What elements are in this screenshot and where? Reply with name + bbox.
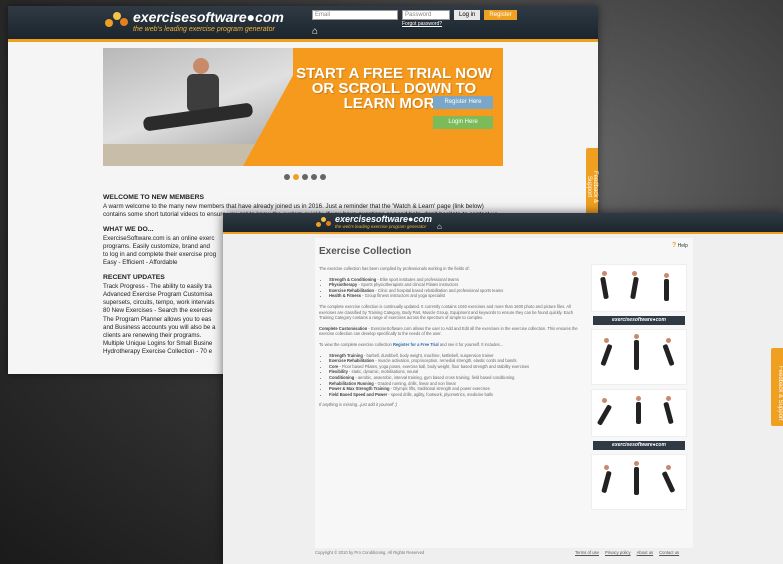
- free-trial-link[interactable]: Register for a Free Trial: [393, 342, 439, 347]
- header-bar: exercisesoftware●com the web's leading e…: [8, 6, 598, 42]
- list-item: Field Based Speed and Power - speed dril…: [329, 392, 587, 398]
- about-link[interactable]: About us: [637, 550, 654, 555]
- email-field[interactable]: Email: [312, 10, 398, 20]
- hero-login-button[interactable]: Login Here: [433, 116, 493, 129]
- page-footer: Copyright © 2010 by Pro Conditioning. Al…: [315, 550, 693, 555]
- footer-links: Terms of use Privacy policy About us Con…: [575, 550, 679, 555]
- contact-link[interactable]: Contact us: [659, 550, 679, 555]
- customisation-info: Complete Customisation - ExerciseSoftwar…: [319, 325, 578, 337]
- carousel-dots: [284, 174, 326, 180]
- exercise-photo: [591, 454, 687, 510]
- terms-link[interactable]: Terms of use: [575, 550, 599, 555]
- register-button[interactable]: Register: [484, 10, 517, 20]
- privacy-link[interactable]: Privacy policy: [605, 550, 631, 555]
- gallery-banner: exercisesoftware●com: [593, 441, 685, 450]
- feedback-support-tab[interactable]: Feedback & Support: [586, 148, 598, 214]
- exercise-collection-window: exercisesoftware●com the web's leading e…: [223, 213, 783, 564]
- site-logo[interactable]: exercisesoftware●com the web's leading e…: [103, 9, 284, 33]
- carousel-dot[interactable]: [311, 174, 317, 180]
- intro-text: The exercise collection has been compile…: [319, 266, 470, 271]
- closing-text: If anything is missing...just add it you…: [319, 402, 398, 408]
- logo-tagline: the web's leading exercise program gener…: [133, 25, 275, 33]
- password-field[interactable]: Password: [402, 10, 450, 20]
- login-form: Email Password Log in Register: [312, 10, 517, 20]
- home-icon[interactable]: ⌂: [437, 222, 442, 231]
- carousel-dot[interactable]: [320, 174, 326, 180]
- site-logo[interactable]: exercisesoftware●com the web's leading e…: [315, 215, 432, 230]
- logo-title: exercisesoftware●com: [335, 214, 432, 225]
- list-item: Health & Fitness - Group fitness instruc…: [329, 293, 587, 299]
- logo-tagline: the web's leading exercise program gener…: [335, 224, 427, 230]
- content-panel: Exercise Collection ? Help The exercise …: [315, 238, 693, 548]
- logo-title: exercisesoftware●com: [133, 8, 284, 25]
- page-title: Exercise Collection: [319, 246, 412, 257]
- fields-list: Strength & Conditioning - Elite sport in…: [329, 277, 587, 299]
- hero-register-button[interactable]: Register Here: [433, 96, 493, 109]
- hero-banner[interactable]: START A FREE TRIAL NOW OR SCROLL DOWN TO…: [103, 48, 503, 166]
- carousel-dot-active[interactable]: [293, 174, 299, 180]
- exercise-gallery: exercisesoftware●com exercisesoftware●co…: [591, 264, 687, 514]
- collection-description: The exercise collection has been compile…: [319, 266, 587, 413]
- exercise-photo: [591, 389, 687, 437]
- header-bar: exercisesoftware●com the web's leading e…: [223, 213, 783, 234]
- carousel-dot[interactable]: [284, 174, 290, 180]
- logo-figures-icon: [315, 215, 331, 230]
- welcome-heading: WELCOME TO NEW MEMBERS: [103, 194, 205, 201]
- exercise-photo: [591, 329, 687, 385]
- home-icon[interactable]: ⌂: [312, 26, 318, 37]
- categories-list: Strength Training - barbell, dumbbell, b…: [329, 353, 587, 398]
- exercise-photo: [591, 264, 687, 312]
- login-button[interactable]: Log in: [454, 10, 481, 20]
- help-label: Help: [677, 243, 688, 249]
- collection-info: The complete exercise collection is cont…: [319, 303, 574, 321]
- feedback-support-tab[interactable]: Feedback & Support: [771, 348, 783, 426]
- help-link[interactable]: ? Help: [672, 242, 688, 249]
- help-icon: ?: [672, 242, 677, 249]
- copyright-text: Copyright © 2010 by Pro Conditioning. Al…: [315, 550, 425, 555]
- forgot-password-link[interactable]: Forgot password?: [402, 21, 442, 27]
- carousel-dot[interactable]: [302, 174, 308, 180]
- logo-figures-icon: [103, 9, 129, 33]
- gallery-banner: exercisesoftware●com: [593, 316, 685, 325]
- trial-cta: To view the complete exercise collection…: [319, 341, 504, 347]
